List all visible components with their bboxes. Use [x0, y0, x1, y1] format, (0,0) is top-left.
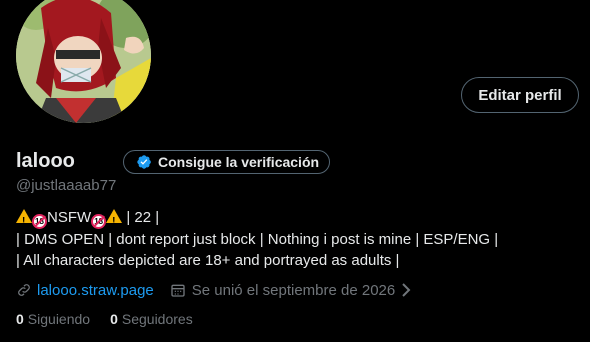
bio-line-3: | All characters depicted are 18+ and po… — [16, 252, 400, 269]
following-link[interactable]: 0 Siguiendo — [16, 311, 90, 327]
display-name: lalooo — [16, 150, 75, 172]
chevron-right-icon[interactable] — [401, 283, 411, 297]
no-under-18-icon: 18 — [32, 214, 47, 229]
followers-label: Seguidores — [121, 311, 193, 327]
link-icon — [18, 284, 30, 296]
join-date: Se unió el septiembre de 2026 — [191, 281, 396, 299]
profile-meta: lalooo.straw.page Se unió el septiembre … — [16, 280, 411, 300]
follow-stats: 0 Siguiendo 0 Seguidores — [16, 311, 193, 327]
warning-icon — [106, 209, 123, 232]
avatar-frame[interactable] — [12, 0, 155, 127]
bio-nsfw-text: NSFW — [47, 209, 92, 226]
profile-link[interactable]: lalooo.straw.page — [37, 282, 154, 299]
bio-line-2: | DMS OPEN | dont report just block | No… — [16, 231, 499, 248]
edit-profile-button[interactable]: Editar perfil — [461, 77, 579, 113]
followers-link[interactable]: 0 Seguidores — [110, 311, 193, 327]
get-verified-label: Consigue la verificación — [158, 154, 320, 170]
followers-count: 0 — [110, 311, 118, 327]
avatar-image — [16, 0, 151, 123]
following-count: 0 — [16, 311, 24, 327]
bio-line-1: 18NSFW18 | 22 | — [16, 207, 576, 232]
warning-icon — [16, 209, 32, 232]
bio: 18NSFW18 | 22 | | DMS OPEN | dont report… — [16, 207, 576, 271]
following-label: Siguiendo — [27, 311, 91, 327]
no-under-18-icon: 18 — [91, 214, 107, 229]
calendar-icon — [171, 284, 185, 297]
verified-badge-icon — [137, 155, 151, 169]
get-verified-button[interactable]: Consigue la verificación — [123, 150, 330, 174]
user-handle: @justlaaaab77 — [16, 177, 117, 194]
bio-age-text: | 22 | — [122, 209, 160, 226]
avatar[interactable] — [16, 0, 151, 123]
